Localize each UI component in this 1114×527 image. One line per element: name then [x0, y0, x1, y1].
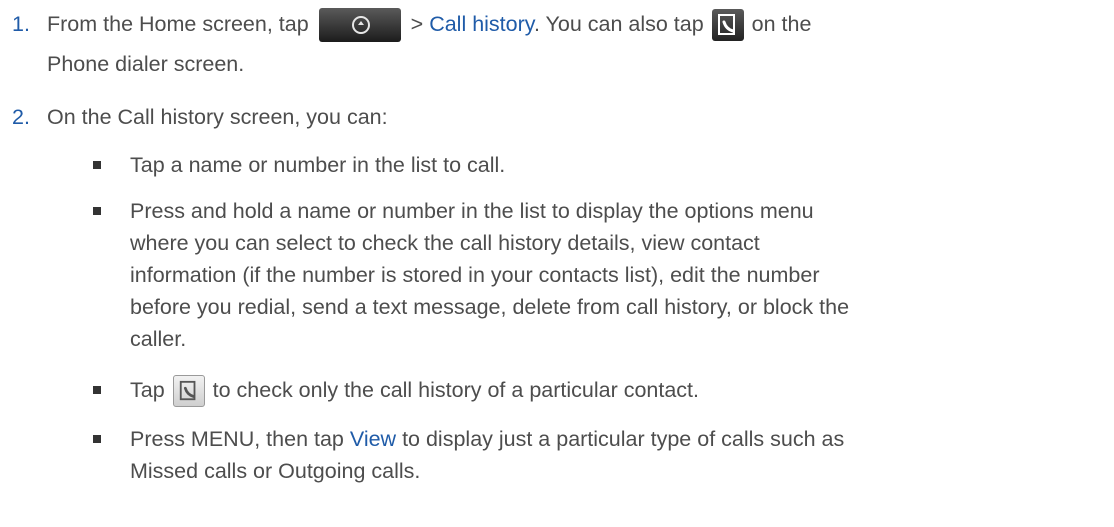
bullet-marker [93, 207, 101, 215]
step-1-line-1: From the Home screen, tap > Call history… [47, 8, 812, 43]
bullet-2-line-5: caller. [130, 327, 187, 351]
bullet-2-line-4: before you redial, send a text message, … [130, 295, 850, 319]
bullet-3-text-a: Tap [130, 378, 165, 402]
bullet-4-line-2: Missed calls or Outgoing calls. [130, 459, 421, 483]
bullet-4-line-1: Press MENU, then tap View to display jus… [130, 423, 844, 455]
view-label: View [349, 427, 397, 451]
bullet-3-text-b: to check only the call history of a part… [206, 378, 700, 402]
call-history-icon [172, 375, 205, 408]
all-apps-icon [318, 8, 401, 43]
step-number: 2. [12, 105, 30, 129]
bullet-marker [93, 435, 101, 443]
step-1-text-c: . You can also tap [533, 12, 704, 36]
step-1-text-d: on the [745, 12, 812, 36]
bullet-2-line-1: Press and hold a name or number in the l… [130, 199, 814, 223]
bullet-4-text-a: Press MENU, then tap [130, 427, 350, 451]
bullet-2-line-3: information (if the number is stored in … [130, 263, 820, 287]
step-number: 1. [12, 12, 30, 36]
step-1-line-2: Phone dialer screen. [47, 52, 245, 76]
bullet-marker [93, 386, 101, 394]
call-history-icon [711, 9, 744, 42]
step-1-text-b: > [404, 12, 430, 36]
call-history-label: Call history [429, 12, 534, 36]
bullet-1-text: Tap a name or number in the list to call… [130, 153, 506, 177]
bullet-2-line-2: where you can select to check the call h… [130, 231, 760, 255]
bullet-3-line: Tap to check only the call history of a … [130, 374, 700, 408]
bullet-4-text-b: to display just a particular type of cal… [396, 427, 845, 451]
bullet-marker [93, 161, 101, 169]
step-2-text: On the Call history screen, you can: [47, 105, 388, 129]
step-1-text-a: From the Home screen, tap [47, 12, 309, 36]
